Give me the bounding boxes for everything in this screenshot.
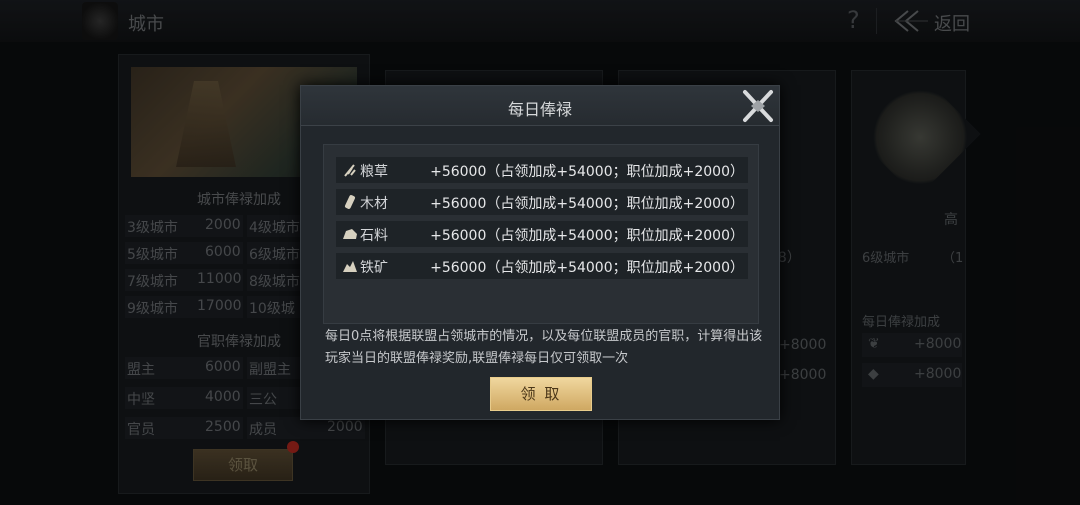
resource-row: 铁矿 +56000（占领加成+54000；职位加成+2000）: [336, 253, 748, 279]
grain-icon: [344, 164, 356, 177]
resource-row: 粮草 +56000（占领加成+54000；职位加成+2000）: [336, 157, 748, 183]
dialog-header: 每日俸禄: [301, 86, 779, 126]
resource-list: 粮草 +56000（占领加成+54000；职位加成+2000） 木材 +5600…: [323, 144, 759, 324]
resource-row: 木材 +56000（占领加成+54000；职位加成+2000）: [336, 189, 748, 215]
resource-row: 石料 +56000（占领加成+54000；职位加成+2000）: [336, 221, 748, 247]
dialog-description: 每日0点将根据联盟占领城市的情况，以及每位联盟成员的官职，计算得出该玩家当日的联…: [325, 329, 763, 366]
daily-salary-dialog: 每日俸禄 粮草 +56000（占领加成+54000；职位加成+2000） 木材 …: [300, 85, 780, 420]
close-icon[interactable]: [737, 86, 779, 126]
claim-button[interactable]: 领 取: [490, 377, 592, 411]
iron-icon: [343, 261, 357, 272]
wood-icon: [344, 195, 356, 209]
stone-icon: [343, 229, 357, 239]
dialog-title: 每日俸禄: [507, 100, 572, 119]
